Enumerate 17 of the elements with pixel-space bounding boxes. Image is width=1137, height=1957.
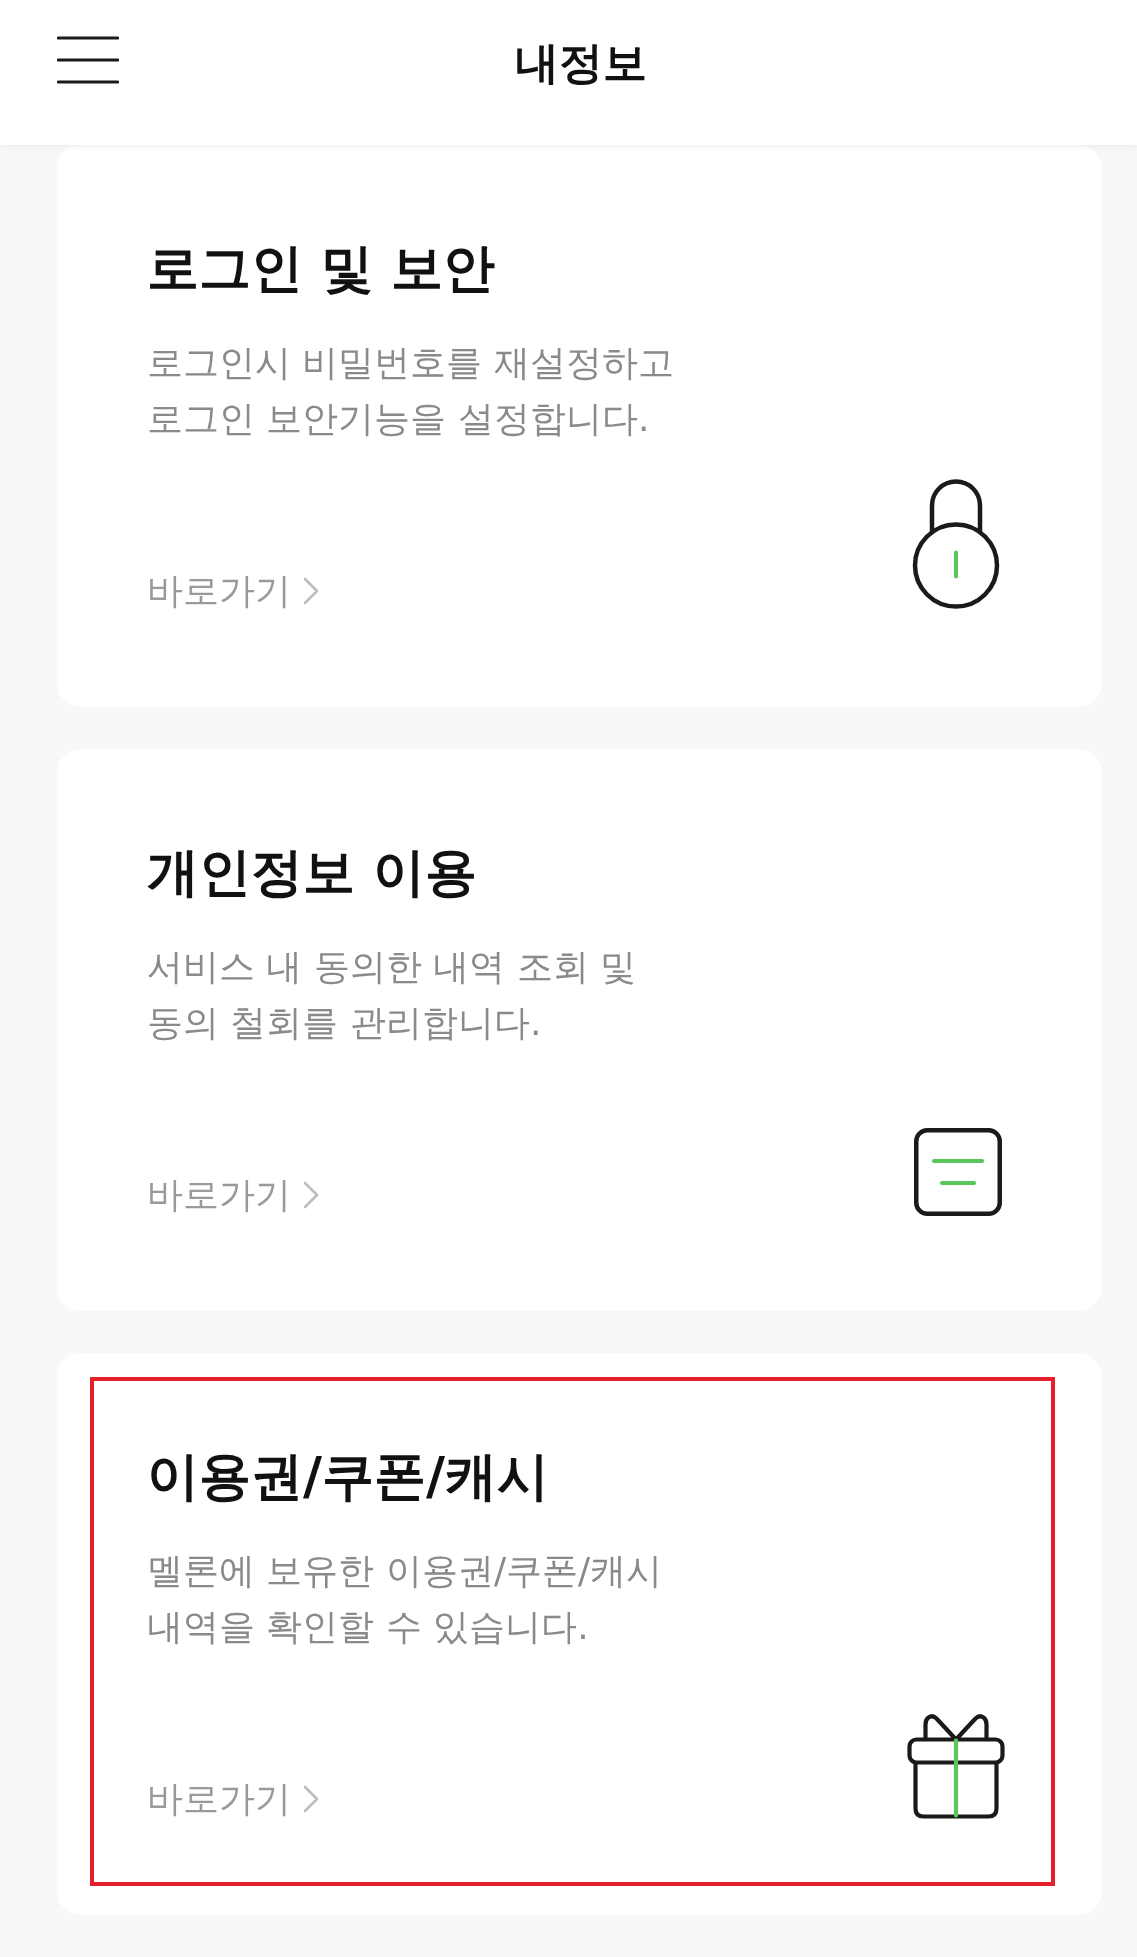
card-description: 서비스 내 동의한 내역 조회 및 동의 철회를 관리합니다.	[147, 945, 637, 1045]
chevron-right-icon	[303, 1785, 319, 1813]
document-icon	[914, 1128, 1002, 1216]
menu-icon[interactable]	[57, 36, 119, 84]
card-description: 로그인시 비밀번호를 재설정하고 로그인 보안기능을 설정합니다.	[147, 341, 674, 441]
menu-card[interactable]: 이용권/쿠폰/캐시 멜론에 보유한 이용권/쿠폰/캐시 내역을 확인할 수 있습니다. 바로가기	[57, 1353, 1102, 1915]
padlock-icon	[910, 476, 1002, 612]
card-title: 이용권/쿠폰/캐시	[147, 1445, 549, 1508]
menu-card[interactable]: 로그인 및 보안 로그인시 비밀번호를 재설정하고 로그인 보안기능을 설정합니다. 바로가기	[57, 145, 1102, 707]
card-description: 멜론에 보유한 이용권/쿠폰/캐시 내역을 확인할 수 있습니다.	[147, 1549, 663, 1649]
chevron-right-icon	[303, 577, 319, 605]
card-title: 로그인 및 보안	[147, 237, 496, 300]
gift-box-icon	[906, 1714, 1006, 1820]
page-title: 내정보	[514, 35, 647, 90]
card-title: 개인정보 이용	[147, 841, 478, 904]
chevron-right-icon	[303, 1181, 319, 1209]
menu-card[interactable]: 개인정보 이용 서비스 내 동의한 내역 조회 및 동의 철회를 관리합니다. 바로가기	[57, 749, 1102, 1311]
